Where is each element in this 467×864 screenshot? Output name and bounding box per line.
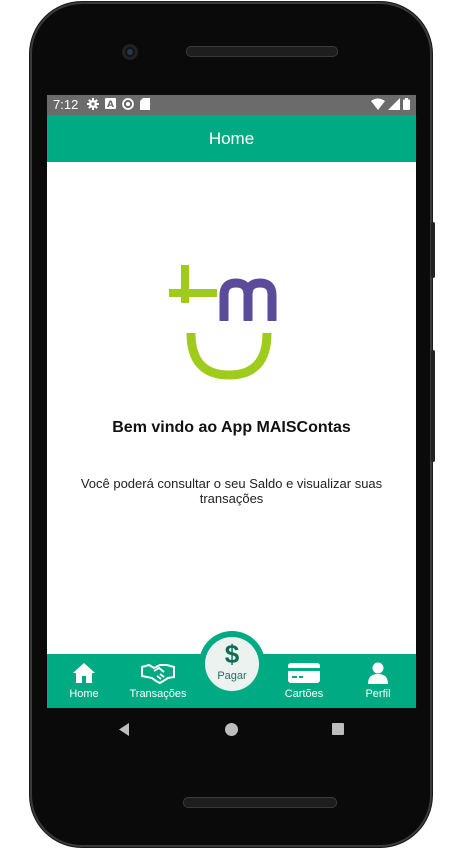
nav-label-transacoes: Transações bbox=[129, 688, 187, 700]
m-letter-mark bbox=[219, 278, 277, 321]
nav-label-pagar: Pagar bbox=[217, 670, 247, 682]
bottom-speaker bbox=[183, 797, 337, 808]
recent-apps-icon[interactable] bbox=[332, 723, 344, 735]
status-icons-left: A bbox=[87, 98, 150, 113]
gear-icon bbox=[87, 98, 99, 113]
smile-arc bbox=[186, 332, 272, 380]
nav-label-perfil: Perfil bbox=[365, 688, 391, 700]
welcome-description: Você poderá consultar o seu Saldo e visu… bbox=[80, 476, 383, 506]
power-button bbox=[431, 222, 435, 278]
nav-label-home: Home bbox=[69, 688, 99, 700]
home-button-icon[interactable] bbox=[225, 723, 238, 736]
person-icon bbox=[368, 662, 388, 684]
earpiece-speaker bbox=[186, 46, 338, 57]
nav-item-home[interactable]: Home bbox=[49, 654, 119, 708]
sdcard-icon bbox=[140, 98, 150, 113]
pay-button[interactable]: $ Pagar bbox=[199, 631, 265, 697]
home-icon bbox=[73, 663, 95, 683]
sync-icon bbox=[122, 98, 134, 113]
status-icons-right bbox=[371, 98, 410, 113]
back-icon[interactable] bbox=[117, 722, 131, 737]
welcome-heading: Bem vindo ao App MAISContas bbox=[112, 419, 351, 436]
front-camera bbox=[122, 44, 138, 60]
signal-icon bbox=[388, 98, 400, 113]
pay-button-inner: $ Pagar bbox=[205, 637, 259, 691]
wifi-icon bbox=[371, 98, 385, 113]
dollar-icon: $ bbox=[224, 639, 240, 669]
a-icon: A bbox=[105, 98, 116, 113]
plus-icon bbox=[169, 265, 217, 303]
system-navigation-bar bbox=[47, 708, 416, 750]
page-title: Home bbox=[208, 128, 255, 148]
nav-item-transacoes[interactable]: Transações bbox=[123, 654, 193, 708]
nav-label-cartoes: Cartões bbox=[284, 688, 324, 700]
status-time: 7:12 bbox=[53, 97, 79, 112]
nav-item-perfil[interactable]: Perfil bbox=[343, 654, 413, 708]
status-bar: 7:12 A bbox=[47, 95, 416, 115]
nav-item-cartoes[interactable]: Cartões bbox=[269, 654, 339, 708]
maiscontas-logo bbox=[169, 265, 277, 380]
svg-text:A: A bbox=[107, 100, 114, 109]
app-screen: 7:12 A Home Bem vindo ao App MAISContas … bbox=[47, 95, 416, 708]
handshake-icon bbox=[141, 663, 175, 684]
volume-button bbox=[431, 350, 435, 462]
card-icon bbox=[288, 663, 320, 683]
app-bar: Home bbox=[47, 115, 416, 162]
battery-icon bbox=[403, 98, 410, 113]
